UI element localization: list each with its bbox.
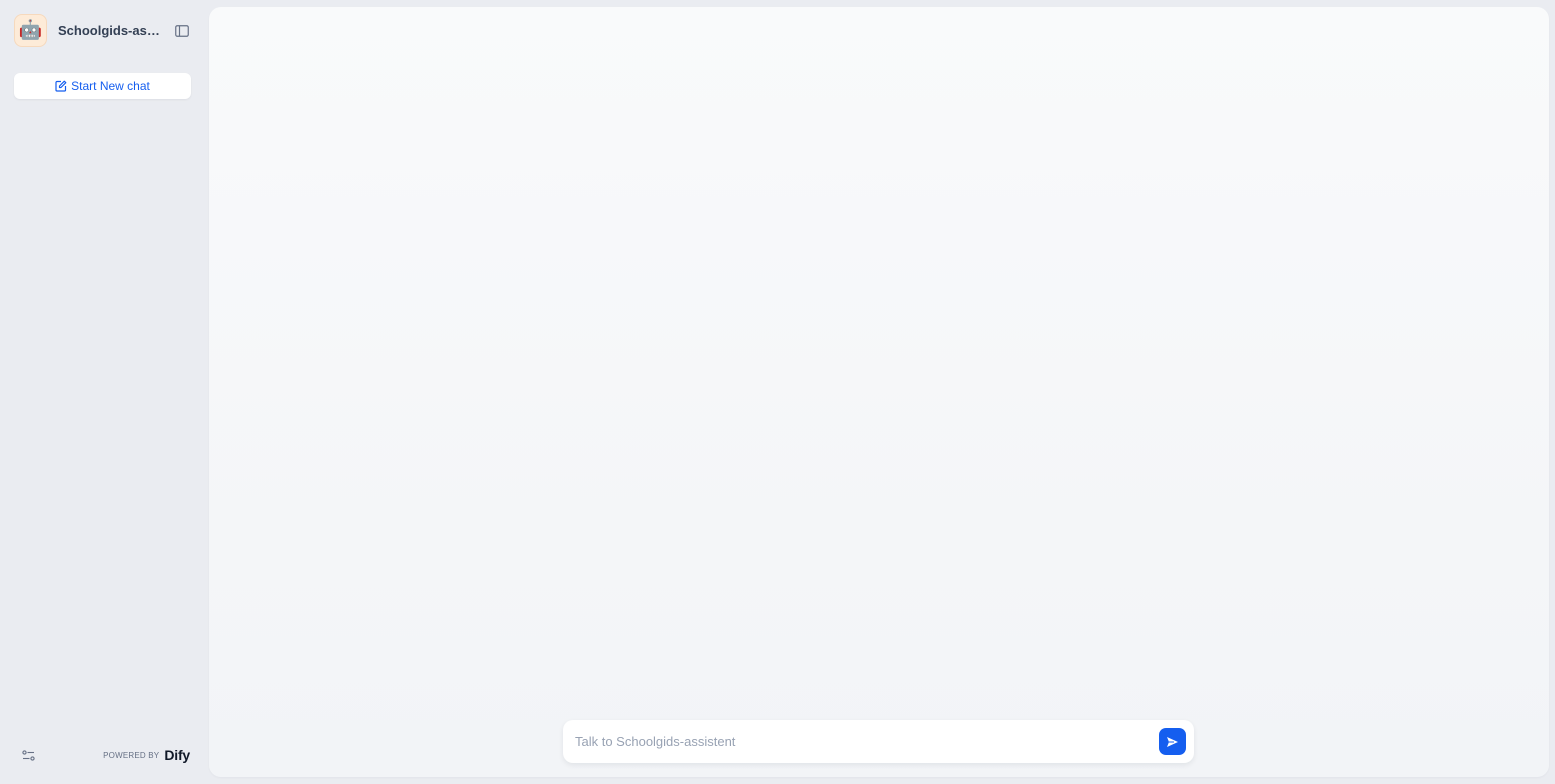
collapse-sidebar-button[interactable] — [174, 23, 190, 39]
powered-by-badge[interactable]: POWERED BY Dify — [103, 747, 190, 763]
panel-left-icon — [175, 24, 189, 37]
start-new-chat-label: Start New chat — [71, 79, 150, 93]
powered-by-label: POWERED BY — [103, 750, 160, 760]
chat-panel — [209, 7, 1549, 777]
sliders-icon — [21, 749, 35, 761]
settings-button[interactable] — [20, 747, 36, 763]
app-avatar: 🤖 — [14, 14, 47, 47]
send-button[interactable] — [1159, 728, 1186, 755]
app-header: 🤖 Schoolgids-assi... — [14, 14, 192, 47]
edit-icon — [55, 80, 67, 92]
start-new-chat-button[interactable]: Start New chat — [14, 73, 191, 99]
chat-input-box — [563, 720, 1194, 763]
send-icon — [1167, 736, 1178, 747]
dify-logo: Dify — [164, 747, 190, 763]
chat-input[interactable] — [575, 729, 1145, 754]
sidebar-footer: POWERED BY Dify — [20, 746, 190, 764]
sidebar: 🤖 Schoolgids-assi... Start New chat POWE… — [0, 0, 205, 784]
app-title: Schoolgids-assi... — [58, 23, 164, 38]
